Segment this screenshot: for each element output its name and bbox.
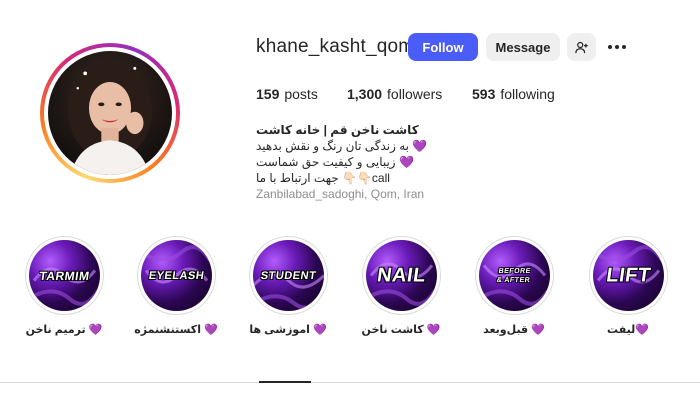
highlight-lift[interactable]: LIFT لیفت💜 <box>583 236 673 336</box>
avatar-photo <box>48 51 172 175</box>
highlight-cover-text: BEFORE & AFTER <box>496 267 532 284</box>
highlight-cover: LIFT <box>592 240 664 311</box>
highlight-nail[interactable]: NAIL کاشت ناخن 💜 <box>356 236 446 336</box>
follow-button[interactable]: Follow <box>408 33 478 61</box>
avatar-portrait <box>67 60 153 175</box>
highlight-label: لیفت💜 <box>607 324 649 336</box>
highlight-tarmim[interactable]: TARMIM ترمیم ناخن 💜 <box>19 236 109 336</box>
following-stat[interactable]: 593 following <box>472 86 555 102</box>
posts-count: 159 <box>256 86 280 102</box>
bio-line-1: به زندگی تان رنگ و نقش بدهید 💜 <box>256 139 428 153</box>
highlight-cover-ring: NAIL <box>361 236 441 315</box>
bio-location: Zanbilabad_sadoghi, Qom, Iran <box>256 187 425 201</box>
highlight-cover-text: NAIL <box>375 264 427 286</box>
profile-header: khane_kasht_qom <box>256 33 414 61</box>
posts-label: posts <box>284 86 318 102</box>
message-button[interactable]: Message <box>486 33 560 61</box>
highlight-before-after[interactable]: BEFORE & AFTER قبل‌وبعد 💜 <box>469 236 559 336</box>
highlight-cover-text: STUDENT <box>259 269 317 282</box>
highlight-cover-text: TARMIM <box>37 268 91 283</box>
bio-name: کاشت ناخن قم | خانه کاشت <box>256 123 419 137</box>
highlight-cover-ring: BEFORE & AFTER <box>474 236 554 315</box>
highlight-cover-text: LIFT <box>604 264 652 286</box>
add-person-icon <box>575 41 588 53</box>
posts-stat: 159 posts <box>256 86 318 102</box>
highlight-eyelash[interactable]: EYELASH اکستنشنمژه 💜 <box>131 236 221 336</box>
username: khane_kasht_qom <box>256 36 415 57</box>
following-label: following <box>500 86 555 102</box>
highlight-cover: STUDENT <box>252 240 324 311</box>
avatar-gap <box>44 47 176 179</box>
followers-count: 1,300 <box>347 86 383 102</box>
highlight-cover: TARMIM <box>28 240 100 311</box>
highlight-label: اکستنشنمژه 💜 <box>134 324 218 336</box>
highlight-cover-ring: LIFT <box>588 236 668 315</box>
followers-label: followers <box>387 86 443 102</box>
highlight-cover-ring: TARMIM <box>24 236 104 315</box>
highlight-label: ترمیم ناخن 💜 <box>25 324 103 336</box>
highlight-cover: EYELASH <box>140 240 212 311</box>
highlight-label: قبل‌وبعد 💜 <box>483 324 545 336</box>
following-count: 593 <box>472 86 496 102</box>
tab-posts-active-indicator[interactable] <box>259 381 311 383</box>
highlight-cover: BEFORE & AFTER <box>478 240 550 311</box>
highlight-label: کاشت ناخن 💜 <box>361 324 441 336</box>
tabs-divider <box>0 382 700 383</box>
followers-stat[interactable]: 1,300 followers <box>347 86 442 102</box>
profile-bio: کاشت ناخن قم | خانه کاشت به زندگی تان رن… <box>256 122 556 202</box>
profile-avatar[interactable] <box>40 43 180 183</box>
suggest-users-button[interactable] <box>567 33 596 61</box>
bio-line-3: جهت ارتباط با ما 👇🏻👇🏻call <box>256 171 390 185</box>
more-horizontal-icon <box>608 45 626 49</box>
highlight-cover: NAIL <box>365 240 437 311</box>
highlight-cover-ring: STUDENT <box>248 236 328 315</box>
highlight-cover-text: EYELASH <box>147 269 205 282</box>
highlight-label: اموزشی ها 💜 <box>249 324 327 336</box>
bio-line-2: زیبایی و کیفیت حق شماست 💜 <box>256 155 414 169</box>
more-options-button[interactable] <box>604 33 630 61</box>
highlight-student[interactable]: STUDENT اموزشی ها 💜 <box>243 236 333 336</box>
highlight-cover-ring: EYELASH <box>136 236 216 315</box>
